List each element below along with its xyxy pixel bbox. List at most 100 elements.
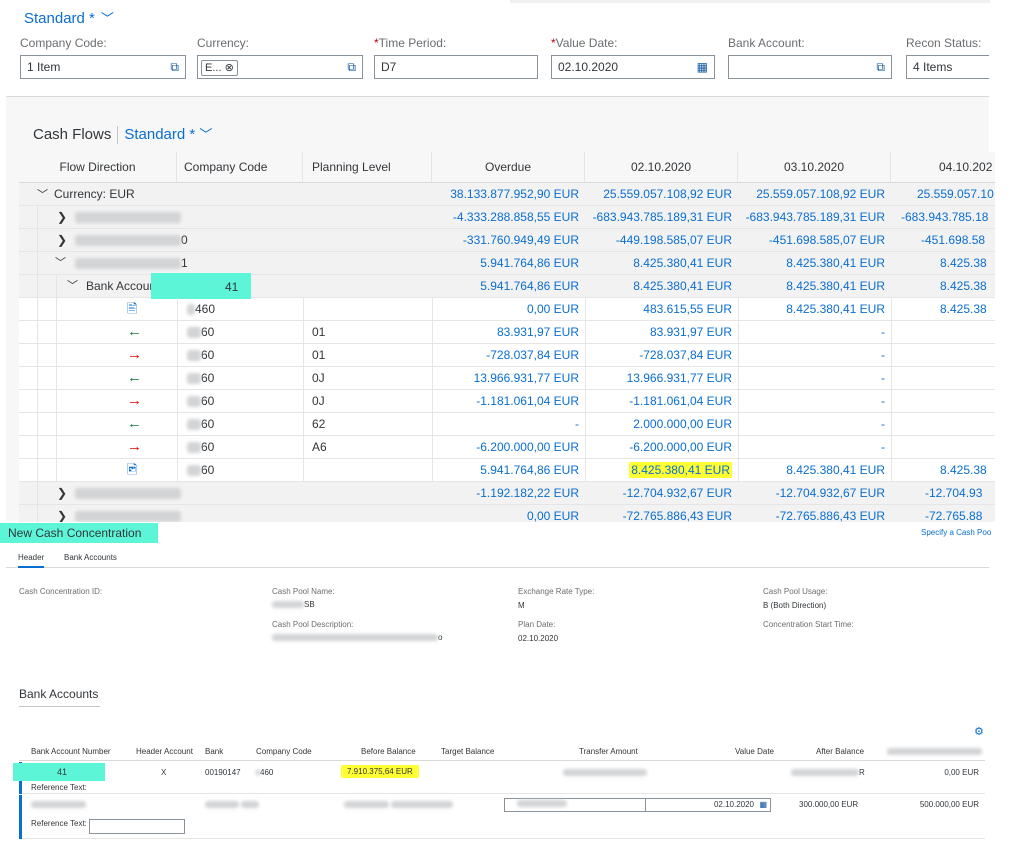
col-transfer-amount[interactable]: Transfer Amount <box>579 747 638 756</box>
chevron-down-icon: ﹀ <box>199 127 213 142</box>
col-header-account[interactable]: Header Account <box>136 747 193 756</box>
col-value-date[interactable]: Value Date <box>735 747 774 756</box>
col-date-1[interactable]: 02.10.2020 <box>585 152 738 183</box>
col-company-code[interactable]: Company Code <box>256 747 312 756</box>
cash-flows-variant[interactable]: Standard * ﹀ <box>124 126 212 143</box>
currency-row[interactable]: ﹀ Currency: EUR 38.133.877.952,90 EUR 25.… <box>19 183 995 206</box>
bank-account-number: 41 <box>13 763 105 781</box>
chevron-right-icon[interactable]: ❯ <box>57 206 67 228</box>
bank-value <box>205 800 260 809</box>
bank-account-row[interactable]: ﹀ Bank Account: 41 5.941.764,86 EUR 8.42… <box>19 273 995 299</box>
flow-row[interactable]: 🖹 460 0,00 EUR 483.615,55 EUR 8.425.380,… <box>19 298 995 321</box>
company-code-input[interactable]: 1 Item ⧉ <box>20 55 186 79</box>
date1-value: 83.931,97 EUR <box>649 325 732 339</box>
date1-value: -1.181.061,04 EUR <box>629 394 732 408</box>
col-bank-account-number[interactable]: Bank Account Number <box>31 747 111 756</box>
flow-row[interactable]: ← 60 01 83.931,97 EUR 83.931,97 EUR - <box>19 321 995 344</box>
flow-row[interactable]: → 60 0J -1.181.061,04 EUR -1.181.061,04 … <box>19 390 995 413</box>
transfer-amount-input[interactable] <box>504 798 646 812</box>
col-before-balance[interactable]: Before Balance <box>361 747 416 756</box>
cash-concentration-id-label: Cash Concentration ID: <box>19 587 103 596</box>
overdue-value: - <box>575 417 579 431</box>
gear-icon[interactable]: ⚙ <box>974 725 984 738</box>
calendar-icon[interactable]: ▦ <box>697 56 708 78</box>
value-help-icon[interactable]: ⧉ <box>876 56 885 78</box>
chevron-right-icon[interactable]: ❯ <box>57 482 67 504</box>
value-help-icon[interactable]: ⧉ <box>347 56 356 78</box>
col-company-code[interactable]: Company Code <box>177 152 303 183</box>
value-date-input[interactable]: 02.10.2020 ▦ <box>551 55 715 79</box>
chevron-right-icon[interactable]: ❯ <box>57 229 67 251</box>
cash-flows-panel: Cash Flows Standard * ﹀ Flow Direction Co… <box>6 97 995 522</box>
house-bank-row[interactable]: ❯ -4.333.288.858,55 EUR -683.943.785.189… <box>19 206 995 229</box>
recon-status-input[interactable]: 4 Items <box>906 55 989 79</box>
chevron-down-icon[interactable]: ﹀ <box>67 275 78 297</box>
bank-account-number <box>31 800 86 809</box>
company-code-value: 60 <box>201 348 215 362</box>
date1-value: -6.200.000,00 EUR <box>629 440 732 454</box>
tab-header[interactable]: Header <box>18 553 45 568</box>
col-after-balance[interactable]: After Balance <box>816 747 864 756</box>
currency-input[interactable]: E... ⊗ ⧉ <box>197 55 363 79</box>
col-bank[interactable]: Bank <box>205 747 223 756</box>
reference-text-input[interactable] <box>89 819 185 834</box>
flow-row[interactable]: ← 60 62 - 2.000.000,00 EUR - <box>19 413 995 436</box>
date1-value: 25.559.057.108,92 EUR <box>603 187 732 201</box>
date3-value: 25.559.057.10 <box>917 187 994 201</box>
cash-concentration-tabs: Header Bank Accounts <box>6 546 989 568</box>
planning-level-value: 01 <box>312 325 326 339</box>
col-hidden <box>887 747 982 756</box>
time-period-input[interactable]: D7 <box>374 55 538 79</box>
reference-text-label: Reference Text: <box>31 819 87 828</box>
col-overdue[interactable]: Overdue <box>432 152 585 183</box>
time-period-label: *Time Period: <box>374 36 447 50</box>
date1-value: 8.425.380,41 EUR <box>633 256 732 270</box>
bank-statement-icon[interactable]: 🖹 <box>127 298 137 320</box>
company-code-value: 60 <box>201 463 215 477</box>
house-bank-row[interactable]: ❯ 0 -331.760.949,49 EUR -449.198.585,07 … <box>19 229 995 252</box>
closing-balance-icon[interactable]: 🖻 <box>127 459 137 481</box>
chevron-down-icon[interactable]: ﹀ <box>55 252 66 274</box>
bank-accounts-table-header: Bank Account Number Header Account Bank … <box>19 742 985 761</box>
bank-accounts-title: Bank Accounts <box>19 687 99 701</box>
house-bank-row[interactable]: ❯ -1.192.182,22 EUR -12.704.932,67 EUR -… <box>19 482 995 505</box>
bank-account-input[interactable]: ⧉ <box>728 55 892 79</box>
overdue-value: 38.133.877.952,90 EUR <box>450 187 579 201</box>
chevron-right-icon[interactable]: ❯ <box>57 505 67 522</box>
date3-value: -451.698.58 <box>921 233 986 247</box>
company-code-value: 60 <box>201 371 215 385</box>
bank-account-row[interactable]: 41 X 00190147 460 7.910.375,64 EUR R 0,0… <box>13 762 985 794</box>
col-date-3[interactable]: 04.10.202 <box>891 152 995 183</box>
bank-account-row[interactable]: 02.10.2020 ▦ 300.000,00 EUR 500.000,00 EU… <box>19 795 985 839</box>
value-date-input[interactable]: 02.10.2020 ▦ <box>645 798 771 812</box>
inflow-arrow-icon: ← <box>127 415 142 432</box>
col-flow-direction[interactable]: Flow Direction <box>19 152 177 183</box>
date2-value: - <box>881 417 885 431</box>
specify-cash-pool-link[interactable]: Specify a Cash Poo <box>921 528 991 537</box>
flow-row[interactable]: → 60 01 -728.037,84 EUR -728.037,84 EUR … <box>19 344 995 367</box>
flow-row[interactable]: 🖻 60 5.941.764,86 EUR 8.425.380,41 EUR 8… <box>19 459 995 482</box>
recon-status-label: Recon Status: <box>906 36 982 50</box>
token-remove-icon[interactable]: ⊗ <box>225 62 234 74</box>
col-target-balance[interactable]: Target Balance <box>441 747 494 756</box>
flow-row[interactable]: ← 60 0J 13.966.931,77 EUR 13.966.931,77 … <box>19 367 995 390</box>
house-bank-row[interactable]: ❯ 0,00 EUR -72.765.886,43 EUR -72.765.88… <box>19 505 995 522</box>
date2-value: - <box>881 440 885 454</box>
value-help-icon[interactable]: ⧉ <box>170 56 179 78</box>
tab-bank-accounts[interactable]: Bank Accounts <box>64 553 117 562</box>
currency-token[interactable]: E... ⊗ <box>201 60 238 76</box>
overdue-value: -1.192.182,22 EUR <box>476 486 579 500</box>
date2-value: -683.943.785.189,31 EUR <box>745 210 885 224</box>
date2-value: 25.559.057.108,92 EUR <box>756 187 885 201</box>
house-bank-row[interactable]: ﹀ 1 5.941.764,86 EUR 8.425.380,41 EUR 8.… <box>19 252 995 275</box>
date3-value <box>891 390 995 412</box>
after-balance-value: 300.000,00 EUR <box>799 800 859 809</box>
col-planning-level[interactable]: Planning Level <box>303 152 432 183</box>
date1-value: -449.198.585,07 EUR <box>615 233 732 247</box>
col-date-2[interactable]: 03.10.2020 <box>738 152 891 183</box>
calendar-icon[interactable]: ▦ <box>759 799 767 811</box>
date3-value <box>891 436 995 458</box>
variant-selector[interactable]: Standard * ﹀ <box>24 8 114 27</box>
flow-row[interactable]: → 60 A6 -6.200.000,00 EUR -6.200.000,00 … <box>19 436 995 459</box>
date1-value: 8.425.380,41 EUR <box>633 279 732 293</box>
